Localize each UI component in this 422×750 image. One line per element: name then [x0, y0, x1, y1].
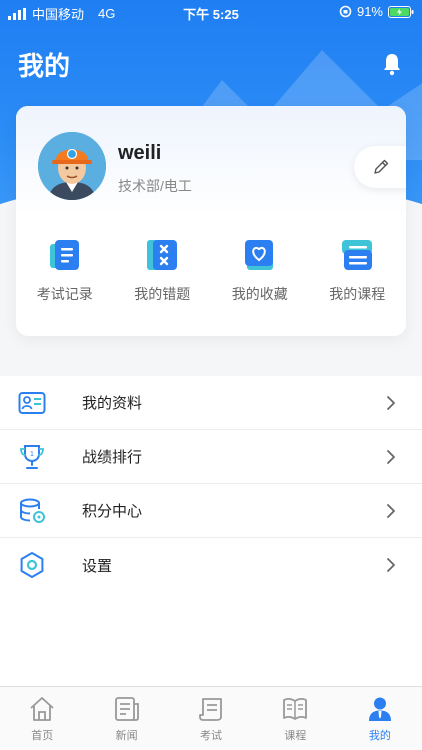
tab-exam[interactable]: 考试	[169, 687, 253, 750]
exam-icon	[199, 698, 222, 721]
profile-card-icon	[18, 391, 46, 414]
shortcut-wrong-questions[interactable]: 我的错题	[114, 238, 212, 304]
menu-item-my-profile[interactable]: 我的资料	[0, 376, 422, 430]
shortcut-my-courses[interactable]: 我的课程	[309, 238, 407, 304]
orientation-lock-icon	[339, 5, 352, 18]
chevron-right-icon	[387, 395, 395, 410]
user-icon	[368, 697, 391, 721]
tab-label: 我的	[368, 730, 391, 742]
tab-label: 考试	[200, 730, 223, 742]
edit-profile-button[interactable]	[354, 146, 406, 188]
menu-item-settings[interactable]: 设置	[0, 538, 422, 592]
settings-menu: 我的资料 1 战绩排行 积分中心 设置	[0, 376, 422, 592]
shortcut-label: 考试记录	[36, 286, 93, 302]
shortcut-exam-records[interactable]: 考试记录	[16, 238, 114, 304]
courses-icon	[342, 240, 373, 270]
favorites-icon	[244, 240, 273, 270]
tab-mine[interactable]: 我的	[338, 687, 422, 750]
menu-item-leaderboard[interactable]: 1 战绩排行	[0, 430, 422, 484]
battery-percent: 91%	[356, 4, 383, 19]
chevron-right-icon	[387, 558, 395, 572]
tab-label: 课程	[284, 730, 307, 742]
worker-avatar-icon	[38, 132, 106, 200]
book-icon	[283, 698, 308, 720]
trophy-icon: 1	[20, 444, 44, 469]
avatar[interactable]	[38, 132, 106, 200]
pencil-icon	[374, 159, 389, 174]
chevron-right-icon	[387, 503, 395, 518]
tab-news[interactable]: 新闻	[84, 687, 168, 750]
tab-label: 新闻	[115, 730, 138, 742]
shortcut-label: 我的课程	[329, 286, 386, 302]
battery-icon	[388, 5, 414, 18]
tab-home[interactable]: 首页	[0, 687, 84, 750]
bell-icon[interactable]	[380, 52, 404, 76]
settings-icon	[20, 552, 44, 578]
username: weili	[118, 142, 162, 164]
coins-icon	[20, 498, 45, 523]
tab-courses[interactable]: 课程	[253, 687, 337, 750]
shortcut-grid: 考试记录 我的错题 我的收藏 我的课程	[16, 238, 406, 304]
menu-item-points-center[interactable]: 积分中心	[0, 484, 422, 538]
bottom-tab-bar: 首页 新闻 考试 课程 我的	[0, 686, 422, 750]
empty-area	[0, 592, 422, 686]
menu-label: 我的资料	[82, 395, 143, 412]
status-bar: 中国移动 4G 下午 5:25 91%	[0, 0, 422, 24]
shortcut-favorites[interactable]: 我的收藏	[211, 238, 309, 304]
chevron-right-icon	[387, 449, 395, 464]
menu-label: 积分中心	[82, 503, 143, 520]
shortcut-label: 我的收藏	[231, 286, 288, 302]
wrong-questions-icon	[147, 240, 178, 270]
menu-label: 设置	[82, 557, 113, 575]
profile-card: weili 技术部/电工 考试记录 我的错题 我的收藏 我的课程	[16, 106, 406, 336]
news-icon	[114, 697, 139, 721]
menu-label: 战绩排行	[82, 449, 143, 466]
page-title: 我的	[18, 51, 71, 81]
shortcut-label: 我的错题	[134, 286, 191, 302]
svg-text:1: 1	[30, 451, 34, 458]
department: 技术部/电工	[118, 178, 192, 194]
home-icon	[30, 697, 54, 721]
tab-label: 首页	[31, 730, 54, 742]
exam-record-icon	[49, 240, 79, 270]
